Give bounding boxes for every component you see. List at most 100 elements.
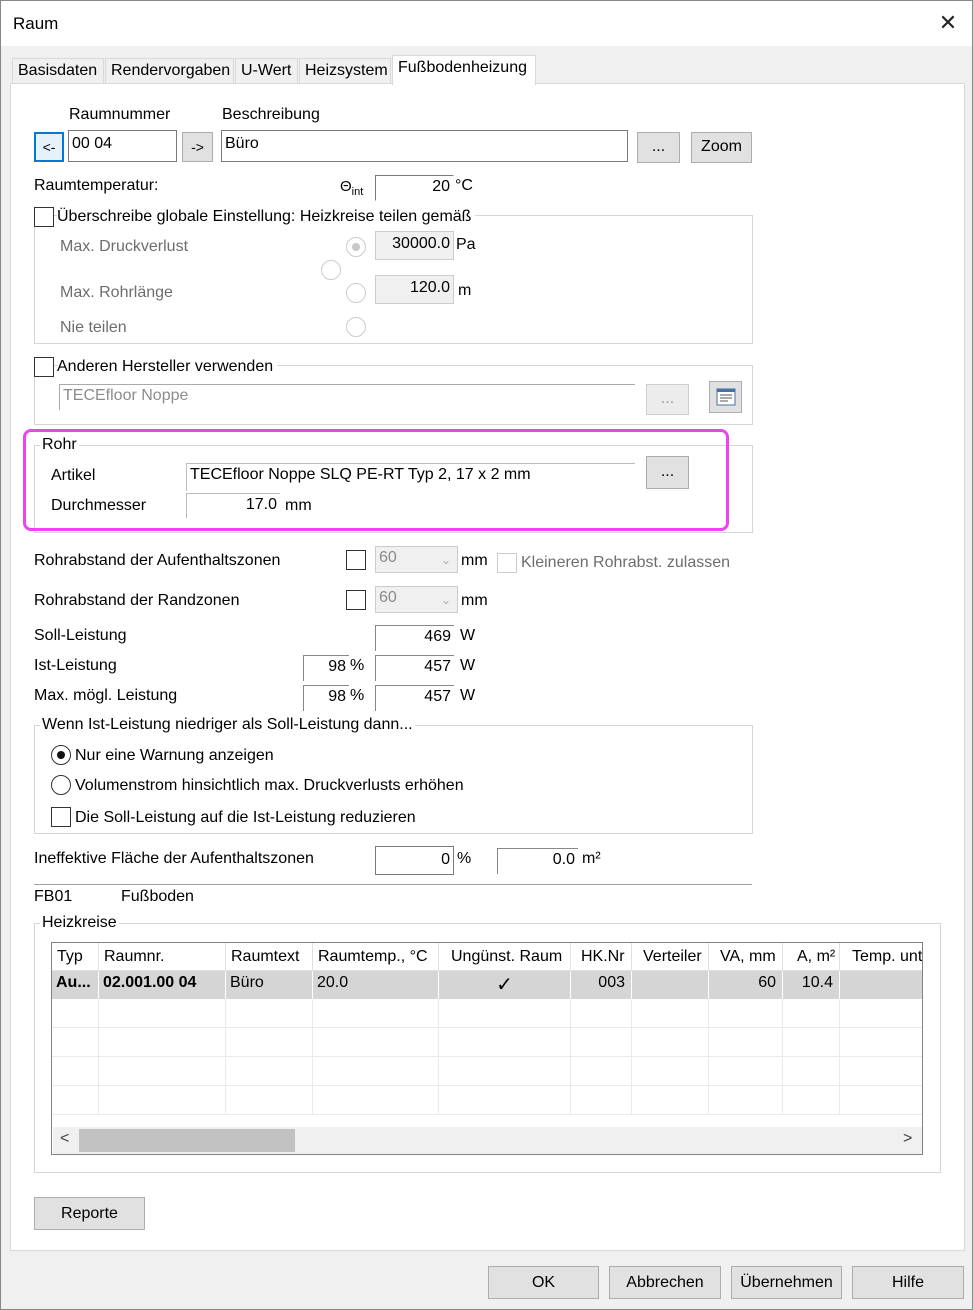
tab-basisdaten[interactable]: Basisdaten	[12, 58, 104, 84]
boden-name: Fußboden	[121, 888, 194, 905]
hersteller-checkbox[interactable]	[34, 357, 54, 377]
reduzieren-label: Die Soll-Leistung auf die Ist-Leistung r…	[75, 809, 416, 826]
ineffektiv-m2-unit: m²	[582, 850, 601, 867]
cell-temp	[840, 971, 922, 999]
ok-button[interactable]: OK	[488, 1266, 599, 1299]
heizkreise-table: Typ Raumnr. Raumtext Raumtemp., °C Ungün…	[51, 942, 923, 1155]
rohrlaenge-radio[interactable]	[346, 283, 366, 303]
beschreibung-browse-button[interactable]: ...	[637, 132, 680, 163]
zoom-button[interactable]: Zoom	[691, 132, 752, 163]
warnung-label: Nur eine Warnung anzeigen	[75, 747, 274, 764]
reporte-button[interactable]: Reporte	[34, 1197, 145, 1230]
tab-bar: Basisdaten Rendervorgaben U-Wert Heizsys…	[1, 46, 972, 85]
rohrlaenge-unit: m	[458, 282, 472, 299]
ineffektiv-label: Ineffektive Fläche der Aufenthaltszonen	[34, 850, 314, 867]
uebernehmen-button[interactable]: Übernehmen	[731, 1266, 842, 1299]
scroll-right-icon[interactable]: >	[903, 1130, 912, 1148]
raumtemperatur-input[interactable]: 20	[375, 175, 454, 201]
next-room-button[interactable]: ->	[182, 132, 213, 162]
tab-rendervorgaben[interactable]: Rendervorgaben	[105, 58, 234, 84]
ist-leistung-pct-unit: %	[350, 657, 365, 674]
max-leistung-value[interactable]: 457	[375, 685, 454, 711]
empty-row	[52, 1086, 922, 1115]
hersteller-browse-button[interactable]: ...	[646, 384, 689, 415]
cell-raumtemp: 20.0	[313, 971, 439, 999]
ist-leistung-unit: W	[460, 657, 476, 674]
teilen-mode-radio[interactable]	[321, 260, 341, 280]
hersteller-input[interactable]: TECEfloor Noppe	[59, 384, 635, 410]
column-header[interactable]: Ungünst. Raum	[439, 943, 571, 971]
hersteller-label: Anderen Hersteller verwenden	[57, 358, 278, 376]
volumenstrom-label: Volumenstrom hinsichtlich max. Druckverl…	[75, 777, 464, 794]
ist-leistung-pct[interactable]: 98	[303, 655, 349, 681]
boden-divider	[34, 884, 752, 885]
column-header[interactable]: Verteiler	[632, 943, 709, 971]
rohrlaenge-input[interactable]: 120.0	[375, 275, 454, 304]
beschreibung-input[interactable]: Büro	[221, 130, 628, 162]
druckverlust-input[interactable]: 30000.0	[375, 231, 454, 260]
catalog-icon[interactable]	[709, 381, 742, 413]
column-header[interactable]: VA, mm	[709, 943, 783, 971]
ineffektiv-pct-unit: %	[457, 850, 472, 867]
warnung-radio[interactable]	[51, 745, 71, 765]
tab-fussbodenheizung[interactable]: Fußbodenheizung	[392, 55, 536, 85]
wenn-group-label: Wenn Ist-Leistung niedriger als Soll-Lei…	[40, 716, 415, 734]
cell-raumnr: 02.001.00 04	[99, 971, 226, 999]
rohrabstand-rand-checkbox[interactable]	[346, 590, 366, 610]
volumenstrom-radio[interactable]	[51, 775, 71, 795]
ist-leistung-value[interactable]: 457	[375, 655, 454, 681]
max-leistung-pct[interactable]: 98	[303, 685, 349, 711]
raumnummer-input[interactable]: 00 04	[68, 130, 177, 162]
abbrechen-button[interactable]: Abbrechen	[609, 1266, 721, 1299]
cell-hknr: 003	[571, 971, 632, 999]
horizontal-scrollbar[interactable]: < >	[53, 1127, 922, 1154]
rohrabstand-aufenthalt-checkbox[interactable]	[346, 550, 366, 570]
close-icon[interactable]: ✕	[935, 9, 961, 37]
column-header[interactable]: Raumtemp., °C	[313, 943, 439, 971]
raumtemperatur-label: Raumtemperatur:	[34, 177, 159, 194]
rohrabstand-rand-unit: mm	[461, 592, 488, 609]
ist-leistung-label: Ist-Leistung	[34, 657, 117, 674]
rohrabstand-aufenthalt-unit: mm	[461, 552, 488, 569]
theta-int-symbol: Θint	[340, 178, 364, 198]
column-header[interactable]: Raumtext	[226, 943, 313, 971]
rohrlaenge-label: Max. Rohrlänge	[60, 284, 173, 301]
scrollbar-thumb[interactable]	[79, 1129, 295, 1152]
window-title: Raum	[13, 14, 59, 33]
tab-heizsystem[interactable]: Heizsystem	[299, 58, 391, 84]
reduzieren-checkbox[interactable]	[51, 807, 71, 827]
hilfe-button[interactable]: Hilfe	[852, 1266, 964, 1299]
cell-raumtext: Büro	[226, 971, 313, 999]
column-header[interactable]: Typ	[52, 943, 99, 971]
empty-row	[52, 999, 922, 1028]
raumtemperatur-unit: °C	[455, 177, 473, 194]
max-leistung-pct-unit: %	[350, 687, 365, 704]
rohrabstand-rand-label: Rohrabstand der Randzonen	[34, 592, 240, 609]
raumnummer-label: Raumnummer	[69, 106, 171, 123]
rohrabstand-aufenthalt-select[interactable]: 60 ⌄	[375, 546, 458, 573]
column-header[interactable]: HK.Nr	[571, 943, 632, 971]
nie-teilen-radio[interactable]	[346, 317, 366, 337]
chevron-down-icon: ⌄	[440, 553, 451, 567]
tab-u-wert[interactable]: U-Wert	[235, 58, 298, 84]
max-leistung-unit: W	[460, 687, 476, 704]
boden-code: FB01	[34, 888, 73, 905]
ueberschreibe-label: Überschreibe globale Einstellung: Heizkr…	[57, 208, 476, 226]
rohr-highlight	[23, 429, 729, 531]
prev-room-button[interactable]: <-	[34, 132, 64, 162]
soll-leistung-value[interactable]: 469	[375, 625, 454, 651]
chevron-down-icon: ⌄	[440, 593, 451, 607]
column-header[interactable]: Temp. unt	[840, 943, 922, 971]
column-header[interactable]: A, m²	[783, 943, 840, 971]
heizkreise-group-label: Heizkreise	[40, 914, 119, 932]
scroll-left-icon[interactable]: <	[60, 1130, 69, 1148]
kleineren-checkbox[interactable]	[497, 553, 517, 573]
ineffektiv-pct-input[interactable]: 0	[375, 846, 454, 875]
rohrabstand-rand-select[interactable]: 60 ⌄	[375, 586, 458, 613]
max-leistung-label: Max. mögl. Leistung	[34, 687, 178, 704]
druckverlust-radio[interactable]	[346, 237, 366, 257]
column-header[interactable]: Raumnr.	[99, 943, 226, 971]
ueberschreibe-checkbox[interactable]	[34, 207, 54, 227]
checkmark-icon: ✓	[439, 971, 571, 999]
ineffektiv-m2-value[interactable]: 0.0	[497, 848, 578, 874]
